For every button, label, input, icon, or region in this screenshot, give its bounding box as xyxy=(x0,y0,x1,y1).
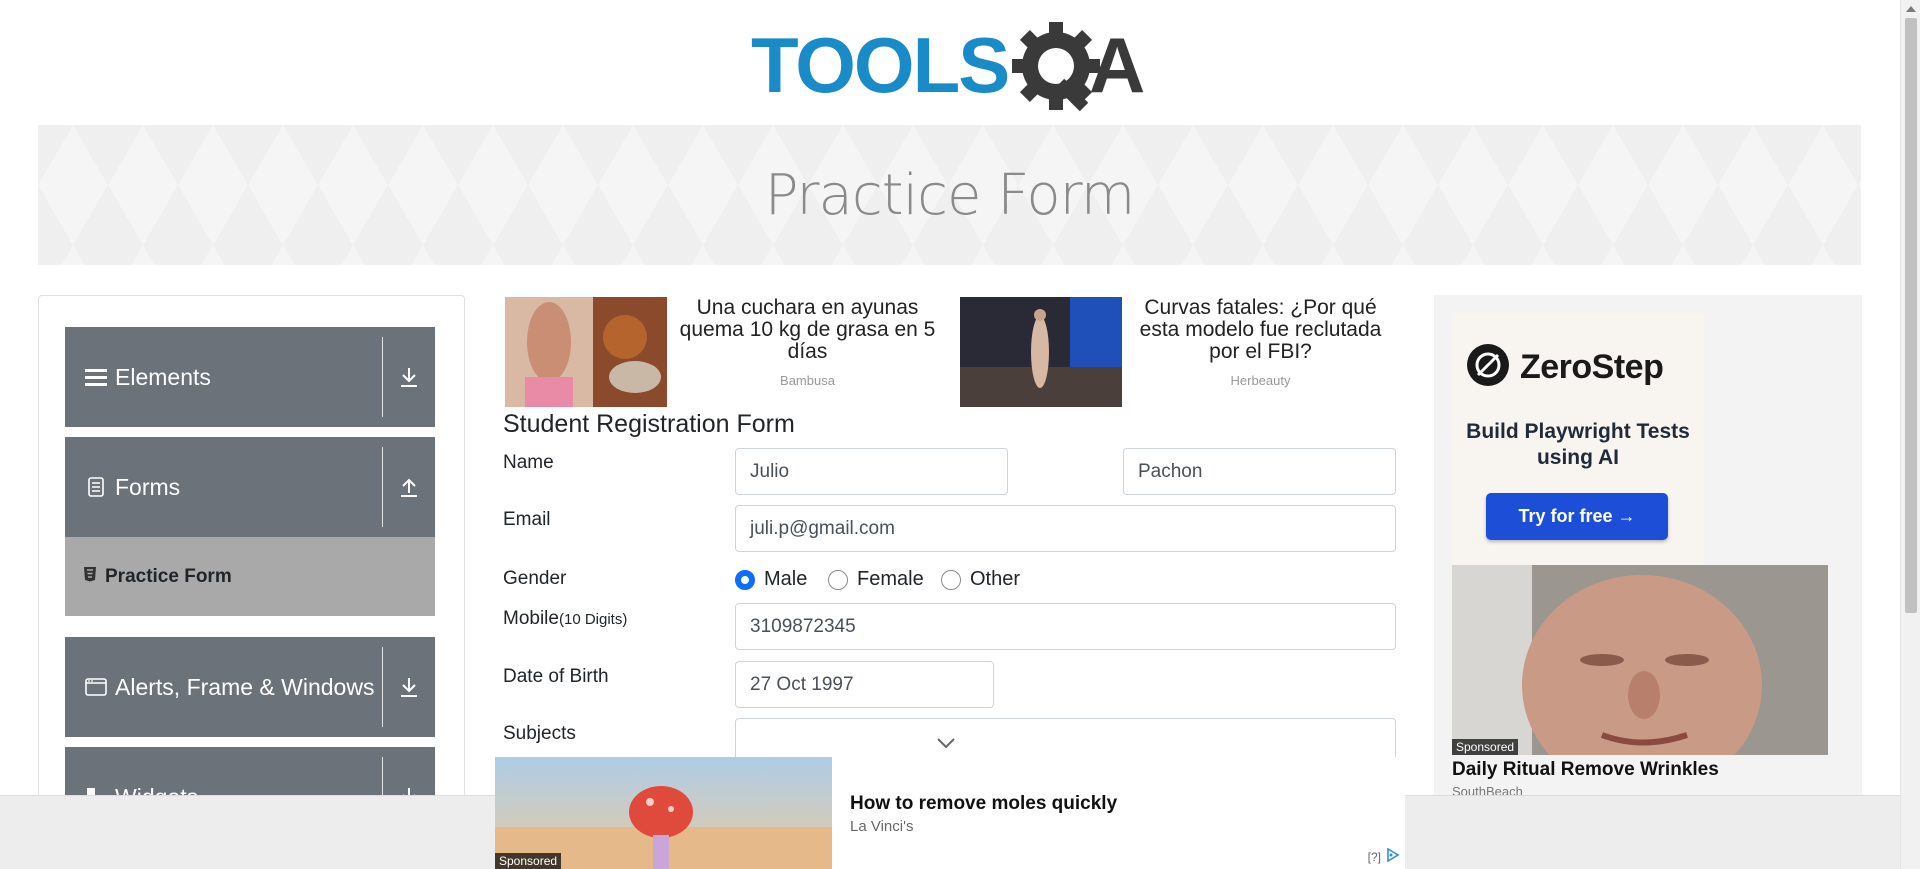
gear-icon xyxy=(1012,22,1100,112)
toolsqa-logo[interactable]: TOOLS A xyxy=(751,18,1151,116)
sponsored-tag: Sponsored xyxy=(1452,739,1519,755)
menu-icon xyxy=(83,367,109,387)
logo-text-tools: TOOLS xyxy=(751,21,1008,109)
sponsored-tag: Sponsored xyxy=(495,853,562,869)
radio-unchecked-icon[interactable] xyxy=(941,569,961,590)
scrollbar-thumb[interactable] xyxy=(1905,18,1917,613)
ad-headline[interactable]: Curvas fatales: ¿Por qué esta modelo fue… xyxy=(1128,297,1393,363)
ad-info-label[interactable]: [?] xyxy=(1368,850,1381,864)
zerostep-ad[interactable]: ZeroStep Build Playwright Tests using AI… xyxy=(1452,313,1704,565)
ad-headline[interactable]: How to remove moles quickly xyxy=(850,793,1117,815)
page-scrollbar[interactable] xyxy=(1900,0,1920,869)
page-banner: Practice Form xyxy=(38,125,1861,265)
ad-headline[interactable]: Una cuchara en ayunas quema 10 kg de gra… xyxy=(675,297,940,363)
gender-radio-female[interactable]: Female xyxy=(828,568,924,591)
radio-label[interactable]: Male xyxy=(764,568,807,591)
zerostep-headline: Build Playwright Tests using AI xyxy=(1466,420,1690,469)
email-label: Email xyxy=(503,509,551,530)
mobile-hint: (10 Digits) xyxy=(558,611,628,628)
radio-unchecked-icon[interactable] xyxy=(828,569,848,590)
ad-image[interactable]: Sponsored xyxy=(495,757,832,869)
toolsqa-logo-graphic: TOOLS A xyxy=(751,21,1145,112)
sidebar-group-label: Elements xyxy=(115,363,211,390)
sidebar-group-elements[interactable]: Elements xyxy=(65,327,435,427)
radio-label[interactable]: Other xyxy=(970,568,1020,591)
dob-label: Date of Birth xyxy=(503,666,609,687)
sidebar-group-forms[interactable]: Forms xyxy=(65,437,435,537)
ad-card-right[interactable]: Curvas fatales: ¿Por qué esta modelo fue… xyxy=(960,297,1405,407)
scroll-up-icon[interactable] xyxy=(1901,0,1920,18)
zerostep-logo-icon xyxy=(1466,343,1510,392)
email-input[interactable]: juli.p@gmail.com xyxy=(735,505,1396,552)
group-divider xyxy=(382,647,383,727)
sidebar-group-label: Alerts, Frame & Windows xyxy=(115,673,375,700)
right-ad[interactable]: ZeroStep Build Playwright Tests using AI… xyxy=(1434,295,1862,799)
logo-text-a: A xyxy=(1089,21,1145,109)
mobile-label: Mobile(10 Digits) xyxy=(503,608,628,629)
window-icon xyxy=(83,678,109,696)
gender-radio-male[interactable]: Male xyxy=(735,568,807,591)
name-label: Name xyxy=(503,452,554,473)
upload-icon[interactable] xyxy=(391,437,427,537)
gender-radio-other[interactable]: Other xyxy=(941,568,1020,591)
date-of-birth-input[interactable]: 27 Oct 1997 xyxy=(735,661,994,708)
sidebar-item-label: Practice Form xyxy=(105,565,232,587)
radio-checked-icon[interactable] xyxy=(735,569,755,590)
try-for-free-button[interactable]: Try for free → xyxy=(1486,493,1668,540)
ad-source: La Vinci's xyxy=(850,818,914,835)
ad-source: Herbeauty xyxy=(1230,373,1291,388)
ad-card-left[interactable]: Una cuchara en ayunas quema 10 kg de gra… xyxy=(505,297,945,407)
ad-image[interactable] xyxy=(505,297,667,407)
ad-headline[interactable]: Daily Ritual Remove Wrinkles xyxy=(1452,759,1719,781)
subjects-label: Subjects xyxy=(503,723,576,744)
download-icon[interactable] xyxy=(391,637,427,737)
download-icon[interactable] xyxy=(391,327,427,427)
document-icon xyxy=(83,477,109,497)
sidebar-group-label: Forms xyxy=(115,473,181,500)
group-divider xyxy=(382,337,383,417)
adchoices-icon[interactable] xyxy=(1385,847,1401,865)
group-divider xyxy=(382,447,383,527)
ad-image[interactable] xyxy=(960,297,1122,407)
zerostep-brand: ZeroStep xyxy=(1520,348,1664,386)
first-name-input[interactable]: Julio xyxy=(735,448,1008,495)
sidebar: Elements Forms Practice Form Alerts, Fra… xyxy=(38,295,465,869)
radio-label[interactable]: Female xyxy=(857,568,924,591)
sidebar-item-practice-form[interactable]: Practice Form xyxy=(65,537,435,616)
form-icon xyxy=(83,566,97,588)
sidebar-group-alerts[interactable]: Alerts, Frame & Windows xyxy=(65,637,435,737)
ad-info[interactable]: [?] xyxy=(1368,847,1401,865)
form-title: Student Registration Form xyxy=(503,410,795,438)
gender-label: Gender xyxy=(503,568,567,589)
ad-source: Bambusa xyxy=(780,373,835,388)
ad-image[interactable]: Sponsored xyxy=(1452,565,1828,795)
mobile-input[interactable]: 3109872345 xyxy=(735,603,1396,650)
bottom-ad[interactable]: Sponsored How to remove moles quickly La… xyxy=(495,757,1405,869)
chevron-down-icon[interactable] xyxy=(936,733,956,755)
page-title: Practice Form xyxy=(764,162,1136,228)
last-name-input[interactable]: Pachon xyxy=(1123,448,1396,495)
